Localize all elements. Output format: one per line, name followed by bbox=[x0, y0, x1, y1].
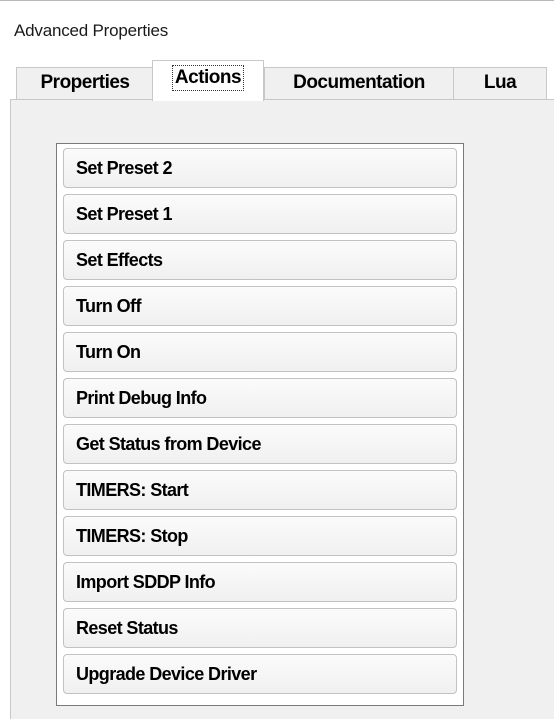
action-button-import-sddp-info[interactable]: Import SDDP Info bbox=[63, 562, 457, 602]
action-button-set-preset-2[interactable]: Set Preset 2 bbox=[63, 148, 457, 188]
action-button-print-debug-info[interactable]: Print Debug Info bbox=[63, 378, 457, 418]
action-button-get-status[interactable]: Get Status from Device bbox=[63, 424, 457, 464]
tab-strip: Properties Actions Documentation Lua bbox=[0, 60, 554, 101]
tab-label: Documentation bbox=[293, 72, 425, 93]
action-button-turn-on[interactable]: Turn On bbox=[63, 332, 457, 372]
tab-label: Properties bbox=[40, 72, 130, 93]
tab-label: Lua bbox=[483, 72, 517, 93]
action-button-set-effects[interactable]: Set Effects bbox=[63, 240, 457, 280]
action-button-timers-start[interactable]: TIMERS: Start bbox=[63, 470, 457, 510]
action-list: Set Preset 2 Set Preset 1 Set Effects Tu… bbox=[56, 143, 464, 706]
action-button-timers-stop[interactable]: TIMERS: Stop bbox=[63, 516, 457, 556]
action-button-upgrade-device-driver[interactable]: Upgrade Device Driver bbox=[63, 654, 457, 694]
panel-title: Advanced Properties bbox=[14, 21, 169, 40]
panel-header: Advanced Properties bbox=[0, 0, 554, 50]
action-button-reset-status[interactable]: Reset Status bbox=[63, 608, 457, 648]
action-button-turn-off[interactable]: Turn Off bbox=[63, 286, 457, 326]
tab-lua[interactable]: Lua bbox=[453, 67, 547, 100]
tab-label: Actions bbox=[171, 65, 245, 91]
tab-properties[interactable]: Properties bbox=[16, 67, 154, 100]
tab-documentation[interactable]: Documentation bbox=[264, 67, 454, 100]
tab-actions[interactable]: Actions bbox=[152, 60, 264, 101]
action-button-set-preset-1[interactable]: Set Preset 1 bbox=[63, 194, 457, 234]
